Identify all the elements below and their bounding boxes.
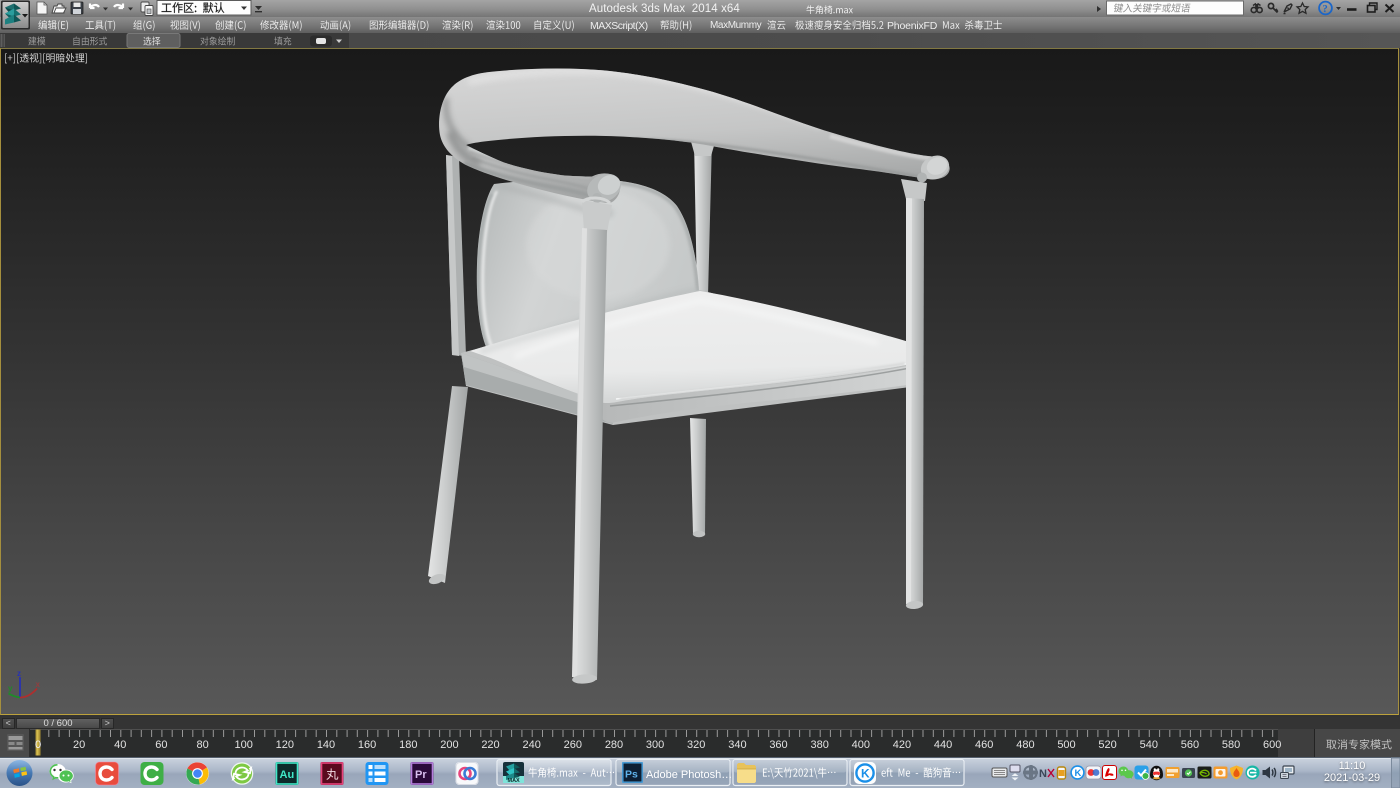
svg-text:320: 320: [687, 739, 705, 751]
svg-text:x: x: [36, 680, 41, 689]
svg-text:140: 140: [317, 739, 335, 751]
svg-text:Ps: Ps: [625, 769, 638, 781]
svg-text:Pr: Pr: [415, 769, 427, 781]
svg-text:400: 400: [852, 739, 870, 751]
svg-text:160: 160: [358, 739, 376, 751]
svg-text:120: 120: [276, 739, 294, 751]
svg-text:220: 220: [481, 739, 499, 751]
svg-text:260: 260: [564, 739, 582, 751]
svg-text:480: 480: [1016, 739, 1034, 751]
svg-text:340: 340: [728, 739, 746, 751]
svg-text:500: 500: [1057, 739, 1075, 751]
svg-text:80: 80: [196, 739, 208, 751]
svg-text:240: 240: [523, 739, 541, 751]
svg-text:60: 60: [155, 739, 167, 751]
svg-text:K: K: [861, 767, 870, 781]
svg-text:300: 300: [646, 739, 664, 751]
svg-text:380: 380: [811, 739, 829, 751]
svg-text:460: 460: [975, 739, 993, 751]
svg-text:Adobe Photosh…: Adobe Photosh…: [646, 769, 732, 781]
svg-text:560: 560: [1181, 739, 1199, 751]
svg-text:Au: Au: [280, 769, 295, 781]
svg-text:200: 200: [440, 739, 458, 751]
svg-text:520: 520: [1098, 739, 1116, 751]
svg-text:y: y: [8, 684, 13, 693]
svg-text:600: 600: [1263, 739, 1281, 751]
svg-text:580: 580: [1222, 739, 1240, 751]
svg-text:540: 540: [1140, 739, 1158, 751]
svg-text:20: 20: [73, 739, 85, 751]
svg-text:0: 0: [35, 739, 41, 751]
svg-text:?: ?: [1323, 4, 1328, 15]
svg-text:N: N: [1039, 768, 1047, 780]
svg-text:100: 100: [235, 739, 253, 751]
svg-text:360: 360: [769, 739, 787, 751]
svg-text:420: 420: [893, 739, 911, 751]
svg-text:180: 180: [399, 739, 417, 751]
svg-text:z: z: [17, 669, 21, 678]
svg-text:440: 440: [934, 739, 952, 751]
svg-text:40: 40: [114, 739, 126, 751]
svg-text:MAX: MAX: [508, 778, 521, 784]
svg-text:K: K: [1075, 768, 1082, 779]
svg-text:280: 280: [605, 739, 623, 751]
